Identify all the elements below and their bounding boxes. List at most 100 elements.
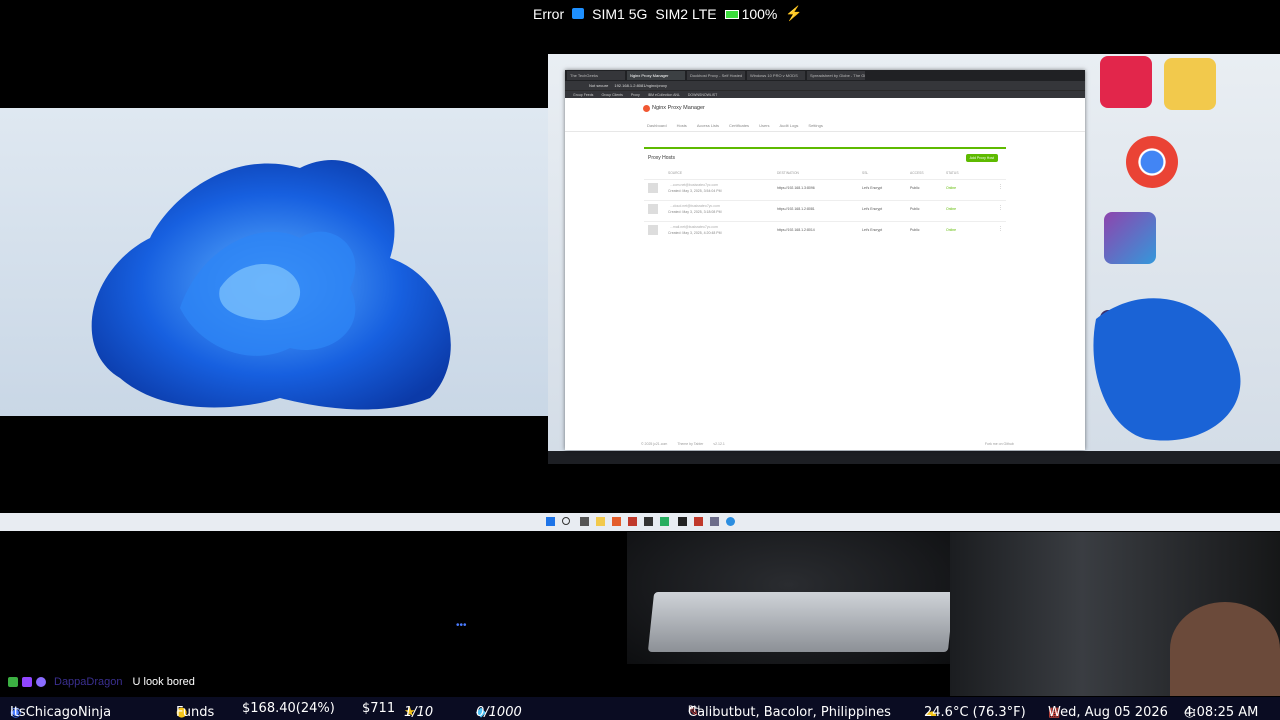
taskbar-app-icon[interactable] (694, 517, 703, 526)
proxy-hosts-card: Proxy Hosts Add Proxy Host SOURCE DESTIN… (644, 147, 1006, 239)
host-favicon (648, 225, 658, 235)
chrome-icon[interactable] (1126, 136, 1178, 188)
channel-label: ItsChicagoNinja (10, 705, 112, 720)
row-access: Public (910, 207, 920, 211)
menu-hosts[interactable]: Hosts (677, 123, 687, 128)
typing-indicator: ••• (456, 620, 467, 631)
twitch-badge-icon (22, 677, 32, 687)
streamer-silhouette (1170, 602, 1280, 696)
row-ssl: Let's Encrypt (862, 207, 883, 211)
error-label: Error (533, 5, 565, 22)
weather-label: 24.6°C (76.3°F) (924, 705, 1026, 720)
gems-value: 0/1000 (476, 705, 522, 720)
footer-version: v2.12.1 (713, 442, 725, 446)
taskbar-app-icon[interactable] (580, 517, 589, 526)
bookmark-1[interactable]: Group Clients (601, 93, 622, 97)
bookmark-2[interactable]: Proxy (631, 93, 640, 97)
taskbar-app-icon[interactable] (710, 517, 719, 526)
menu-settings[interactable]: Settings (808, 123, 822, 128)
taskbar-app-icon[interactable] (596, 517, 605, 526)
stars-value: 1/10 (404, 705, 434, 720)
table-row[interactable]: ...com.net@busisrateo7yc.com Created: Ma… (644, 179, 1006, 199)
menu-access-lists[interactable]: Access Lists (697, 123, 719, 128)
host-favicon (648, 204, 658, 214)
row-ssl: Let's Encrypt (862, 228, 883, 232)
tiktok-app-icon[interactable] (1100, 56, 1152, 108)
address-bar[interactable]: Not secure 192.168.1.2:8081/nginx/proxy (565, 81, 1085, 90)
folder-icon[interactable] (1164, 58, 1216, 110)
row-created: Created: May 3, 2025, 3:18:08 PM (668, 210, 722, 214)
npm-menu: Dashboard Hosts Access Lists Certificate… (647, 123, 823, 128)
bookmark-4[interactable]: DOWNSNOWLIST (688, 93, 717, 97)
signal-icon (572, 8, 585, 19)
row-destination: https://192.168.1.2:8081 (777, 207, 815, 211)
taskbar-app-icon[interactable] (644, 517, 653, 526)
taskbar-app-icon[interactable] (678, 517, 687, 526)
taskbar-app-icon[interactable] (612, 517, 621, 526)
country-code: PH (688, 705, 701, 715)
bookmark-0[interactable]: Group Feeds (573, 93, 593, 97)
npm-footer: © 2025 jc21.com Theme by Tabler v2.12.1 … (641, 442, 1014, 446)
battery-indicator: 100% (724, 5, 778, 22)
row-created: Created: May 3, 2025, 3:54:04 PM (668, 189, 722, 193)
col-source: SOURCE (668, 171, 683, 175)
row-ssl: Let's Encrypt (862, 186, 883, 190)
time-label: 4:08:25 AM (1184, 705, 1259, 720)
footer-theme[interactable]: Theme by Tabler (677, 442, 703, 446)
footer-copyright: © 2025 jc21.com (641, 442, 668, 446)
col-status: STATUS (946, 171, 959, 175)
col-access: ACCESS (910, 171, 924, 175)
not-secure-label: Not secure (589, 83, 609, 88)
tab-2[interactable]: Dockhost Proxy - Self Hosted (687, 71, 745, 80)
app-title: Nginx Proxy Manager (652, 105, 705, 111)
menu-certificates[interactable]: Certificates (729, 123, 749, 128)
table-row[interactable]: ...cloud.net@busisrateo7yc.com Created: … (644, 200, 1006, 220)
colorful-app-icon[interactable] (1104, 212, 1156, 264)
menu-dashboard[interactable]: Dashboard (647, 123, 667, 128)
battery-percent: 100% (741, 5, 778, 22)
search-icon[interactable] (562, 517, 570, 525)
subscriber-badge-icon (8, 677, 18, 687)
more-options-icon[interactable]: ⋮ (998, 226, 1003, 232)
row-status: Online (946, 186, 957, 190)
col-destination: DESTINATION (777, 171, 799, 175)
tab-4[interactable]: Spreadsheet by Globe - The Globe (807, 71, 865, 80)
right-monitor-taskbar (548, 451, 1280, 464)
card-title: Proxy Hosts (648, 155, 675, 161)
host-favicon (648, 183, 658, 193)
sim1-label: SIM1 5G (592, 5, 648, 22)
chat-username[interactable]: DappaDragon (54, 676, 123, 688)
windows-bloom-image (91, 160, 451, 410)
phone-status-bar: Error SIM1 5G SIM2 LTE 100% ⚡ (0, 0, 1280, 28)
menu-audit-logs[interactable]: Audit Logs (780, 123, 799, 128)
more-options-icon[interactable]: ⋮ (998, 205, 1003, 211)
table-row[interactable]: ...mail.net@busisrateo7yc.com Created: M… (644, 221, 1006, 241)
taskbar-app-icon[interactable] (628, 517, 637, 526)
add-proxy-host-button[interactable]: Add Proxy Host (965, 154, 998, 162)
start-icon[interactable] (546, 517, 555, 526)
menu-users[interactable]: Users (759, 123, 769, 128)
row-status: Online (946, 207, 957, 211)
bookmark-3[interactable]: IBM eCollection ANL (648, 93, 680, 97)
url-text[interactable]: 192.168.1.2:8081/nginx/proxy (614, 83, 667, 88)
prime-badge-icon (36, 677, 46, 687)
battery-icon (724, 10, 739, 20)
tab-0[interactable]: The TechGeeks (567, 71, 625, 80)
footer-github[interactable]: Fork me on Github (985, 442, 1014, 446)
taskbar-app-icon[interactable] (660, 517, 669, 526)
tab-nginx[interactable]: Nginx Proxy Manager (627, 71, 685, 80)
keyboard-image (647, 592, 955, 652)
row-access: Public (910, 228, 920, 232)
more-options-icon[interactable]: ⋮ (998, 184, 1003, 190)
goal-value: $711 (362, 701, 396, 716)
row-source[interactable]: ...com.net@busisrateo7yc.com (670, 183, 718, 187)
tab-3[interactable]: Windows 10 PRO v MODS (747, 71, 805, 80)
row-source[interactable]: ...cloud.net@busisrateo7yc.com (670, 204, 720, 208)
taskbar-app-icon[interactable] (726, 517, 735, 526)
row-source[interactable]: ...mail.net@busisrateo7yc.com (670, 225, 718, 229)
npm-header: Nginx Proxy Manager Dashboard Hosts Acce… (565, 98, 1085, 132)
bloom-partial-image (1093, 298, 1241, 441)
row-created: Created: May 3, 2025, 4:20:48 PM (668, 231, 722, 235)
location-label: Calibutbut, Bacolor, Philippines (688, 705, 891, 720)
date-label: Wed, Aug 05 2026 (1048, 705, 1168, 720)
